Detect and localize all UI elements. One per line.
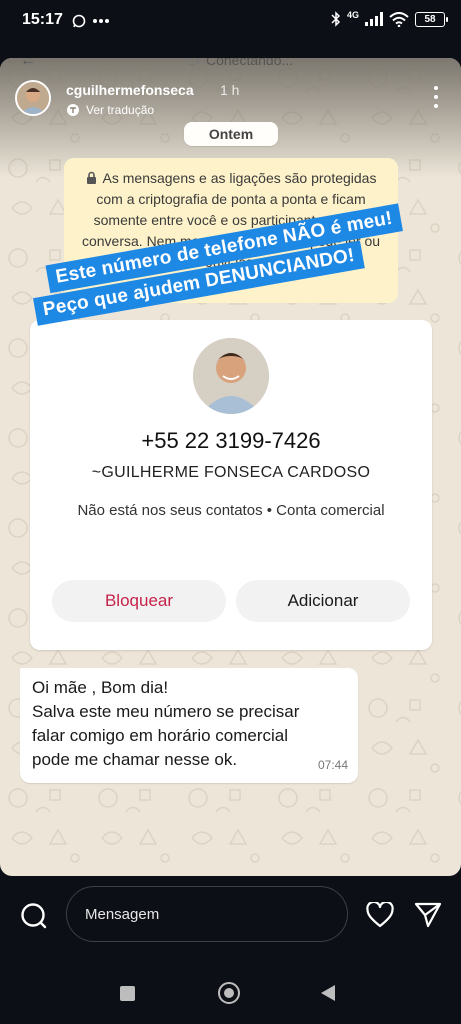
- contact-info: Não está nos seus contatos • Conta comer…: [77, 502, 385, 519]
- message-line: pode me chamar nesse ok.: [32, 750, 238, 769]
- message-line: falar comigo em horário comercial: [32, 726, 289, 745]
- story-frame[interactable]: ← Conectando... cguilhermefonseca 1 h Ve…: [0, 58, 461, 876]
- message-line: Oi mãe , Bom dia!: [32, 678, 169, 697]
- story-time-ago: 1 h: [220, 82, 240, 98]
- more-icon[interactable]: [433, 86, 439, 108]
- bluetooth-icon: [331, 11, 341, 27]
- story-avatar[interactable]: [15, 80, 51, 116]
- battery-indicator: 58: [415, 11, 448, 27]
- wifi-icon: [389, 11, 409, 27]
- message-input[interactable]: [66, 886, 348, 942]
- more-notifications-icon: [93, 19, 109, 23]
- signal-icon: [365, 12, 383, 26]
- contact-photo-image: [193, 338, 269, 414]
- contact-name: ~GUILHERME FONSECA CARDOSO: [91, 464, 371, 481]
- translate-icon: [67, 104, 79, 116]
- date-pill: Ontem: [184, 122, 278, 146]
- translate-link[interactable]: Ver tradução: [66, 103, 154, 117]
- battery-level: 58: [424, 13, 436, 25]
- message-line: Salva este meu número se precisar: [32, 702, 300, 721]
- lock-icon: [86, 171, 96, 184]
- whatsapp-notification-icon: [72, 14, 86, 28]
- story-username[interactable]: cguilhermefonseca: [66, 82, 194, 98]
- connecting-label: Conectando...: [206, 58, 294, 68]
- contact-phone: +55 22 3199-7426: [141, 428, 321, 453]
- block-button[interactable]: Bloquear: [52, 580, 226, 622]
- home-icon[interactable]: [218, 982, 240, 1004]
- camera-icon[interactable]: [20, 902, 48, 930]
- navigation-bar: [0, 960, 461, 1024]
- avatar-photo: [17, 82, 49, 114]
- status-bar: 15:17 4G 58: [0, 0, 461, 40]
- connecting-status: Conectando...: [186, 58, 293, 68]
- loading-spinner-icon: [187, 58, 199, 66]
- reply-bar: [0, 876, 461, 960]
- back-icon[interactable]: [320, 984, 336, 1002]
- recent-apps-icon[interactable]: [120, 986, 135, 1001]
- status-time: 15:17: [22, 11, 63, 28]
- network-type: 4G: [346, 10, 359, 20]
- send-icon[interactable]: [414, 902, 442, 928]
- add-contact-button[interactable]: Adicionar: [236, 580, 410, 622]
- translate-label: Ver tradução: [86, 103, 155, 117]
- heart-icon[interactable]: [366, 902, 394, 928]
- message-time: 07:44: [317, 758, 348, 772]
- notification-icons: [72, 14, 109, 28]
- contact-card: +55 22 3199-7426 ~GUILHERME FONSECA CARD…: [30, 320, 432, 650]
- status-right: 4G 58: [331, 10, 448, 27]
- back-arrow-icon: ←: [20, 58, 36, 69]
- contact-photo: [193, 338, 269, 414]
- message-bubble: Oi mãe , Bom dia! Salva este meu número …: [20, 668, 358, 783]
